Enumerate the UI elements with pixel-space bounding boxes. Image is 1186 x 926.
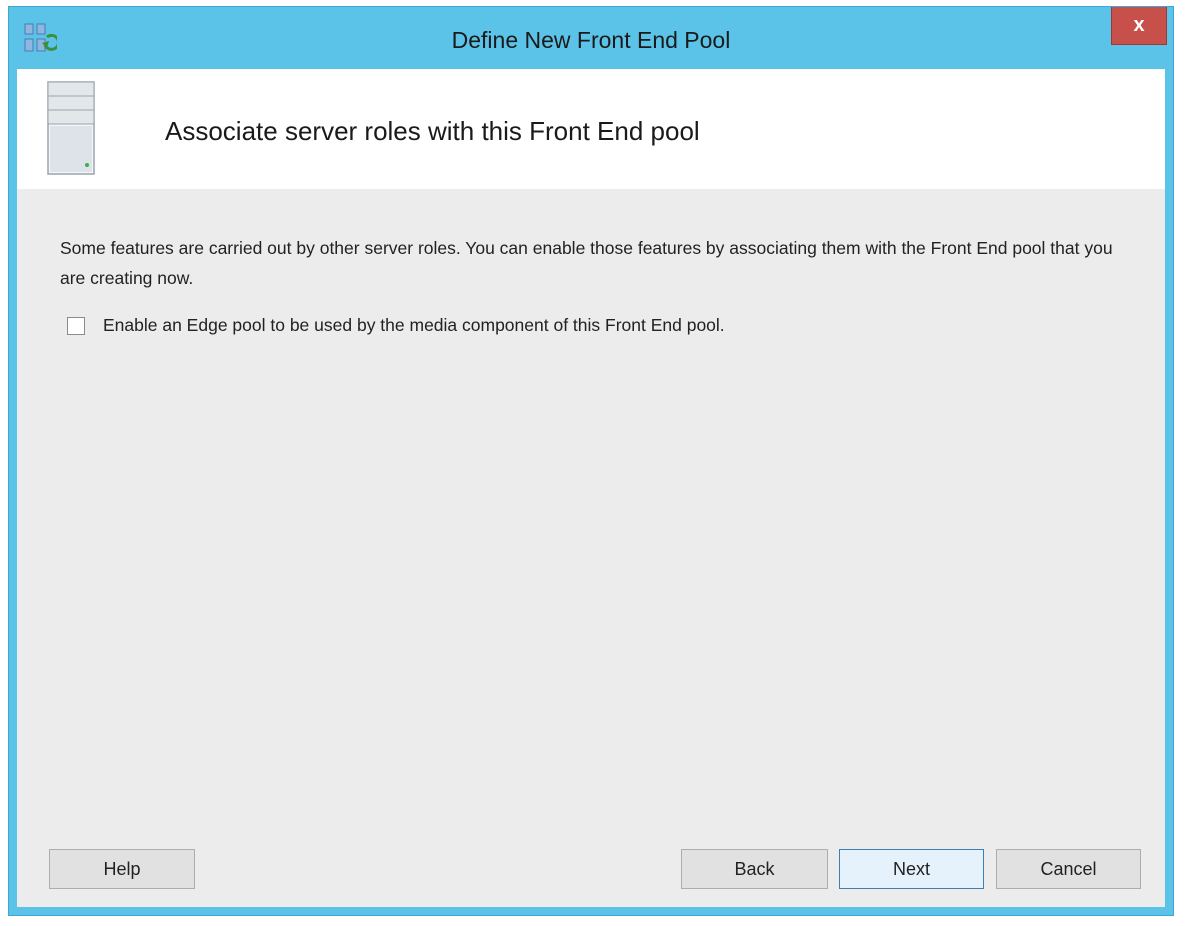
server-icon: [47, 81, 95, 175]
next-button[interactable]: Next: [839, 849, 984, 889]
wizard-header: Associate server roles with this Front E…: [17, 69, 1165, 189]
title-bar[interactable]: Define New Front End Pool x: [9, 7, 1173, 69]
window-title: Define New Front End Pool: [451, 27, 731, 53]
dialog-content: Associate server roles with this Front E…: [17, 69, 1165, 907]
close-button[interactable]: x: [1111, 7, 1167, 45]
enable-edge-pool-checkbox[interactable]: [67, 316, 85, 335]
help-button[interactable]: Help: [49, 849, 195, 889]
description-text: Some features are carried out by other s…: [60, 238, 1113, 288]
page-title: Associate server roles with this Front E…: [165, 116, 700, 146]
enable-edge-pool-label[interactable]: Enable an Edge pool to be used by the me…: [103, 315, 725, 336]
dialog-window: Define New Front End Pool x Associate se…: [8, 6, 1174, 916]
enable-edge-pool-option[interactable]: Enable an Edge pool to be used by the me…: [67, 315, 725, 336]
cancel-button[interactable]: Cancel: [996, 849, 1141, 889]
back-button[interactable]: Back: [681, 849, 828, 889]
